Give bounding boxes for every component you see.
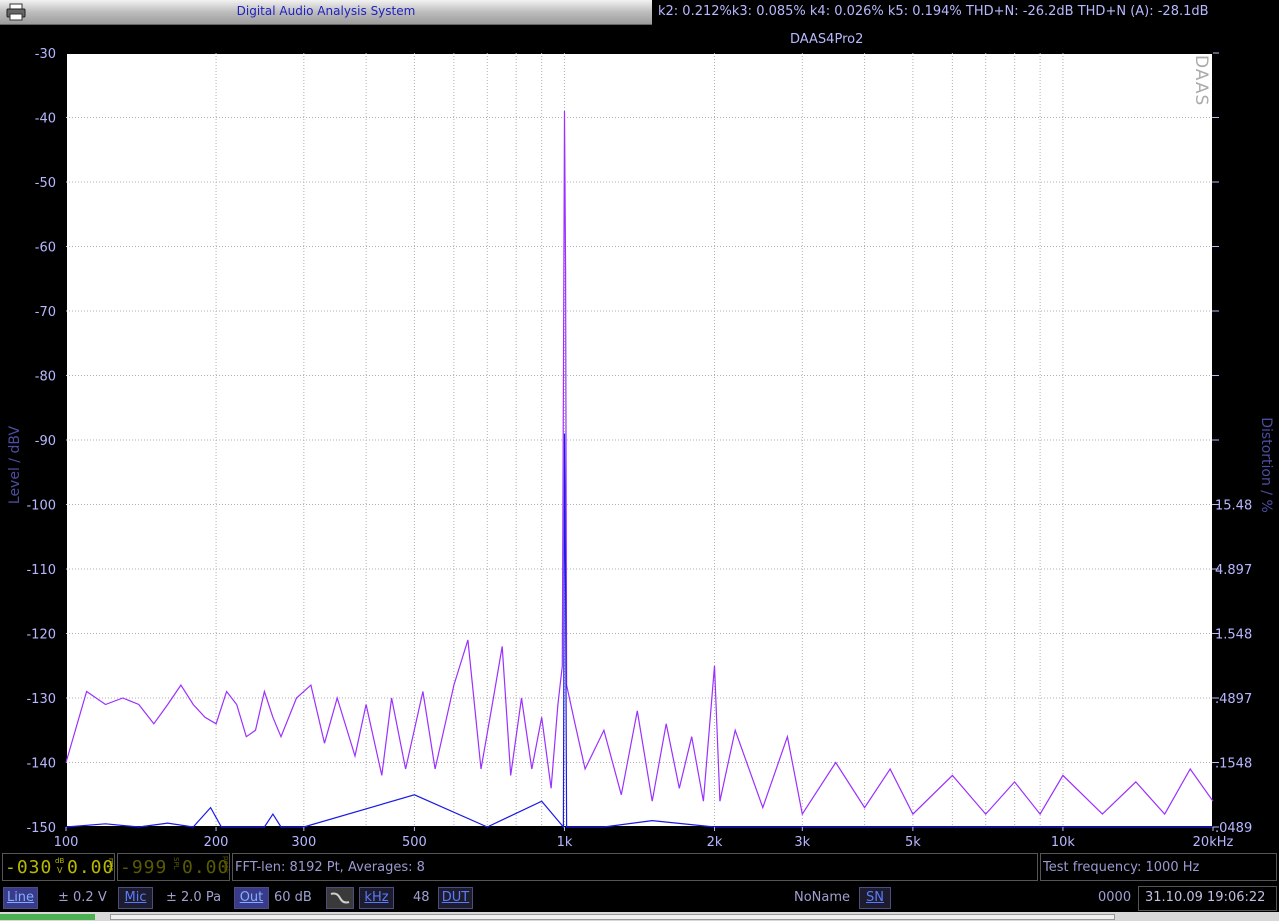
x-tick-label: 300 <box>291 835 316 850</box>
sample-rate: 48 <box>413 890 430 905</box>
y-axis-label: Level / dBV <box>7 425 23 504</box>
datetime: 31.10.09 19:06:22 <box>1145 890 1266 905</box>
y-tick-label: -30 <box>35 47 56 62</box>
y2-axis-label: Distortion / % <box>1258 417 1274 513</box>
y-tick-label: -140 <box>26 757 56 772</box>
mic-input-button[interactable]: Mic <box>118 887 153 909</box>
x-tick-label: 200 <box>204 835 229 850</box>
serial-number: 0000 <box>1098 890 1132 905</box>
y2-tick-label: 4.897 <box>1215 563 1252 578</box>
y2-tick-label: .4897 <box>1215 692 1252 707</box>
dut-button[interactable]: DUT <box>438 887 473 909</box>
y-tick-label: -40 <box>35 112 56 127</box>
y-tick-label: -90 <box>35 434 56 449</box>
line-range: ± 0.2 V <box>58 890 107 905</box>
y2-tick-label: .1548 <box>1215 757 1252 772</box>
fft-info-panel: FFT-len: 8192 Pt, Averages: 8 <box>232 853 1038 881</box>
y-tick-label: -110 <box>26 563 56 578</box>
y-tick-label: -50 <box>35 176 56 191</box>
spl-unit: SPL <box>172 857 180 870</box>
x-tick-label: 10k <box>1051 835 1076 850</box>
spectrum-chart[interactable]: 100 200 300 500 1k 2k 3k 5k 10k 20kHz -30 -40 -50 -60… <box>0 25 1279 850</box>
progress-indicator <box>0 914 95 920</box>
watermark: DAAS <box>1191 55 1211 106</box>
rms-unit: rms <box>107 858 115 872</box>
device-name: NoName <box>794 890 851 905</box>
app-title: Digital Audio Analysis System <box>236 4 416 18</box>
y-tick-label: -100 <box>26 499 56 514</box>
filter-button[interactable] <box>326 887 354 909</box>
y2-tick-label: .0489 <box>1215 821 1252 836</box>
y2-tick-label: 15.48 <box>1215 499 1252 514</box>
khz-button[interactable]: kHz <box>359 887 394 909</box>
y-tick-label: -80 <box>35 370 56 385</box>
test-frequency-panel: Test frequency: 1000 Hz <box>1040 853 1277 881</box>
test-frequency: Test frequency: 1000 Hz <box>1043 860 1200 875</box>
y-tick-label: -70 <box>35 305 56 320</box>
filter-curve-icon <box>330 892 350 904</box>
mic-range: ± 2.0 Pa <box>166 890 222 905</box>
spl-lcd: -999 <box>120 857 168 878</box>
level-lcd: -030 <box>5 857 53 878</box>
datetime-panel: 31.10.09 19:06:22 <box>1138 886 1277 911</box>
x-tick-label: 100 <box>54 835 79 850</box>
x-tick-label: 1k <box>557 835 573 850</box>
line-input-button[interactable]: Line <box>3 887 38 909</box>
x-tick-label: 3k <box>794 835 810 850</box>
y-tick-label: -150 <box>26 821 56 836</box>
level-unit-bottom: V <box>57 866 63 875</box>
level-meter: -030 dB V 0.00 rms <box>2 853 115 881</box>
scroll-thumb[interactable] <box>110 914 1115 920</box>
x-tick-label: 2k <box>707 835 723 850</box>
y2-tick-label: 1.548 <box>1215 628 1252 643</box>
serial-number-button[interactable]: SN <box>859 887 891 909</box>
distortion-readout: k2: 0.212%k3: 0.085% k4: 0.026% k5: 0.19… <box>658 4 1209 19</box>
x-tick-label: 500 <box>402 835 427 850</box>
y-tick-label: -120 <box>26 628 56 643</box>
fft-info: FFT-len: 8192 Pt, Averages: 8 <box>235 860 425 875</box>
peak-unit: peak <box>222 856 230 874</box>
spl-meter: -999 SPL 0.00 peak <box>117 853 230 881</box>
output-button[interactable]: Out <box>234 887 269 909</box>
y-tick-label: -130 <box>26 692 56 707</box>
y-tick-label: -60 <box>35 241 56 256</box>
x-tick-label: 5k <box>905 835 921 850</box>
output-level: 60 dB <box>274 890 312 905</box>
x-tick-label: 20kHz <box>1193 835 1234 850</box>
